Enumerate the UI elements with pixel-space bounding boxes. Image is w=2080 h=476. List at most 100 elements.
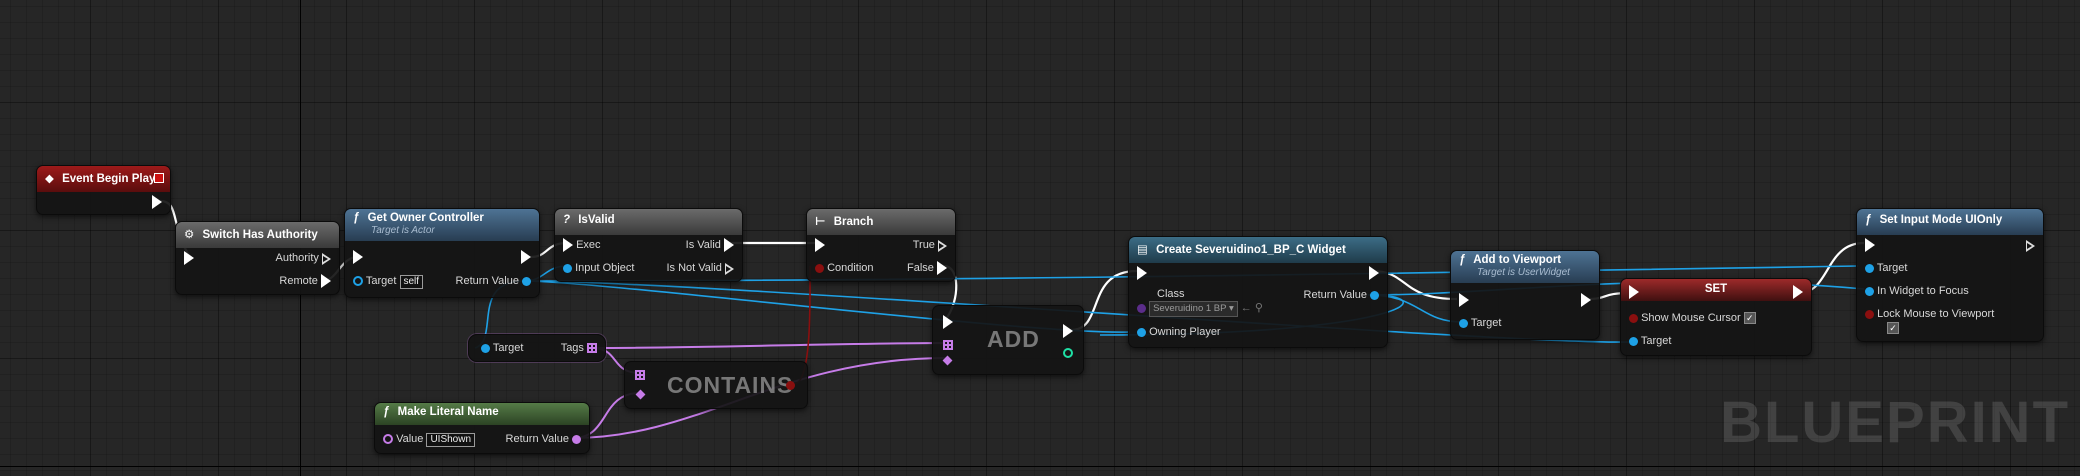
name-pin-icon[interactable] (635, 389, 646, 400)
exec-in-pin[interactable] (943, 315, 953, 330)
set-node[interactable]: SET Show Mouse Cursor ✓ Target (1620, 278, 1812, 356)
target-default-value[interactable]: self (399, 275, 424, 289)
is-valid-node[interactable]: ? IsValid Exec Is Valid Input Object Is … (554, 208, 743, 282)
owning-player-pin[interactable]: Owning Player (1137, 325, 1221, 339)
exec-in-pin[interactable] (1629, 285, 1639, 300)
return-value-pin[interactable]: Return Value (456, 274, 531, 288)
array-pin-icon[interactable] (635, 370, 645, 381)
remote-pin[interactable]: Remote (279, 274, 331, 289)
event-begin-play-node[interactable]: ◆ Event Begin Play (36, 165, 171, 215)
set-input-mode-ui-only-node[interactable]: ƒ Set Input Mode UIOnly Target In Widget… (1856, 208, 2044, 342)
lock-mouse-pin[interactable]: Lock Mouse to Viewport (1865, 307, 1994, 321)
value-input[interactable]: UIShown (426, 433, 476, 447)
exec-in-pin[interactable]: Exec (563, 238, 601, 253)
target-array-pin[interactable] (943, 338, 953, 352)
exec-output-icon[interactable] (938, 239, 947, 252)
object-pin-icon[interactable] (1865, 263, 1874, 273)
target-pin[interactable]: Target self (353, 274, 424, 289)
delegate-pin-icon[interactable] (154, 173, 164, 183)
exec-input-icon[interactable] (353, 250, 363, 265)
create-widget-node[interactable]: ▤ Create Severuidino1_BP_C Widget Class … (1128, 236, 1388, 348)
show-mouse-cursor-checkbox[interactable]: ✓ (1743, 312, 1756, 325)
authority-pin[interactable]: Authority (276, 251, 331, 265)
exec-output-icon[interactable] (1581, 293, 1591, 308)
exec-in-pin[interactable] (353, 250, 363, 265)
exec-input-icon[interactable] (815, 238, 825, 253)
is-not-valid-pin[interactable]: Is Not Valid (667, 261, 734, 275)
name-pin-icon[interactable] (942, 355, 953, 366)
array-pin-icon[interactable] (587, 343, 597, 354)
exec-in-pin[interactable] (184, 251, 194, 266)
show-mouse-cursor-pin[interactable]: Show Mouse Cursor ✓ (1629, 311, 1756, 325)
exec-output-icon[interactable] (521, 250, 531, 265)
is-valid-pin[interactable]: Is Valid (686, 238, 734, 253)
target-pin[interactable]: Target (481, 341, 523, 355)
class-dropdown[interactable]: Severuidino 1 BP ▾ (1149, 301, 1238, 317)
exec-input-icon[interactable] (943, 315, 953, 330)
input-object-pin[interactable]: Input Object (563, 261, 634, 275)
exec-out-pin[interactable] (1063, 324, 1073, 339)
exec-out-pin[interactable] (1369, 266, 1379, 281)
tags-pin[interactable]: Tags (561, 341, 597, 355)
branch-node[interactable]: ⊢ Branch True Condition False (806, 208, 956, 282)
exec-output-icon[interactable] (1369, 266, 1379, 281)
bool-pin-icon[interactable] (786, 380, 795, 390)
class-pin[interactable]: Severuidino 1 BP ▾ ← ⚲ (1137, 301, 1263, 317)
object-pin-icon[interactable] (1865, 286, 1874, 296)
name-pin-icon[interactable] (383, 434, 393, 445)
return-value-pin[interactable]: Return Value (506, 432, 581, 446)
object-pin-icon[interactable] (522, 276, 531, 286)
object-pin-icon[interactable] (481, 343, 490, 353)
item-pin[interactable] (635, 388, 646, 402)
target-array-pin[interactable] (635, 368, 645, 382)
exec-output-icon[interactable] (322, 252, 331, 265)
exec-out-pin[interactable] (1581, 293, 1591, 308)
false-pin[interactable]: False (907, 261, 947, 276)
exec-output-icon[interactable] (152, 195, 162, 210)
target-pin[interactable]: Target (1459, 316, 1501, 330)
exec-input-icon[interactable] (563, 238, 573, 253)
exec-in-pin[interactable] (1459, 293, 1469, 308)
exec-output-icon[interactable] (724, 238, 734, 253)
exec-output-icon[interactable] (1793, 285, 1803, 300)
target-pin[interactable]: Target (1629, 334, 1671, 348)
integer-pin-icon[interactable] (1063, 348, 1073, 359)
use-selected-arrow-icon[interactable]: ← (1241, 302, 1252, 314)
make-literal-name-node[interactable]: ƒ Make Literal Name Value UIShown Return… (374, 402, 590, 454)
exec-input-icon[interactable] (1865, 238, 1875, 253)
exec-out-pin[interactable] (152, 195, 162, 210)
get-owner-controller-node[interactable]: ƒ Get Owner Controller Target is Actor T… (344, 208, 540, 298)
exec-out-pin[interactable] (521, 250, 531, 265)
switch-has-authority-node[interactable]: ⚙ Switch Has Authority Authority Remote (175, 221, 340, 295)
browse-search-icon[interactable]: ⚲ (1255, 302, 1263, 314)
exec-out-pin[interactable] (1793, 285, 1803, 300)
add-to-viewport-node[interactable]: ƒ Add to Viewport Target is UserWidget T… (1450, 250, 1600, 340)
array-pin-icon[interactable] (943, 340, 953, 351)
in-widget-to-focus-pin[interactable]: In Widget to Focus (1865, 284, 1969, 298)
exec-output-icon[interactable] (1063, 324, 1073, 339)
lock-mouse-checkbox[interactable]: ✓ (1887, 322, 1899, 335)
exec-input-icon[interactable] (1137, 266, 1147, 281)
index-pin[interactable] (1063, 346, 1073, 360)
exec-in-pin[interactable] (1137, 266, 1147, 281)
exec-output-icon[interactable] (321, 274, 331, 289)
exec-output-icon[interactable] (2026, 239, 2035, 252)
lock-mouse-checkbox-row[interactable]: ✓ (1887, 321, 1899, 335)
exec-output-icon[interactable] (937, 261, 947, 276)
exec-in-pin[interactable] (815, 238, 825, 253)
add-node[interactable]: ADD (932, 305, 1084, 375)
blueprint-graph[interactable]: ◆ Event Begin Play ⚙ Switch Has Authorit… (0, 0, 2080, 476)
object-pin-icon[interactable] (1370, 290, 1379, 300)
return-value-pin[interactable]: Return Value (1304, 288, 1379, 302)
true-pin[interactable]: True (913, 238, 947, 252)
value-pin[interactable]: Value UIShown (383, 432, 476, 447)
class-pin-icon[interactable] (1137, 303, 1146, 313)
contains-node[interactable]: CONTAINS (624, 361, 808, 409)
exec-input-icon[interactable] (1459, 293, 1469, 308)
object-pin-icon[interactable] (1137, 327, 1146, 337)
object-pin-icon[interactable] (563, 263, 572, 273)
object-pin-icon[interactable] (1459, 318, 1468, 328)
exec-output-icon[interactable] (725, 262, 734, 275)
result-pin[interactable] (786, 378, 795, 392)
object-pin-icon[interactable] (1629, 336, 1638, 346)
